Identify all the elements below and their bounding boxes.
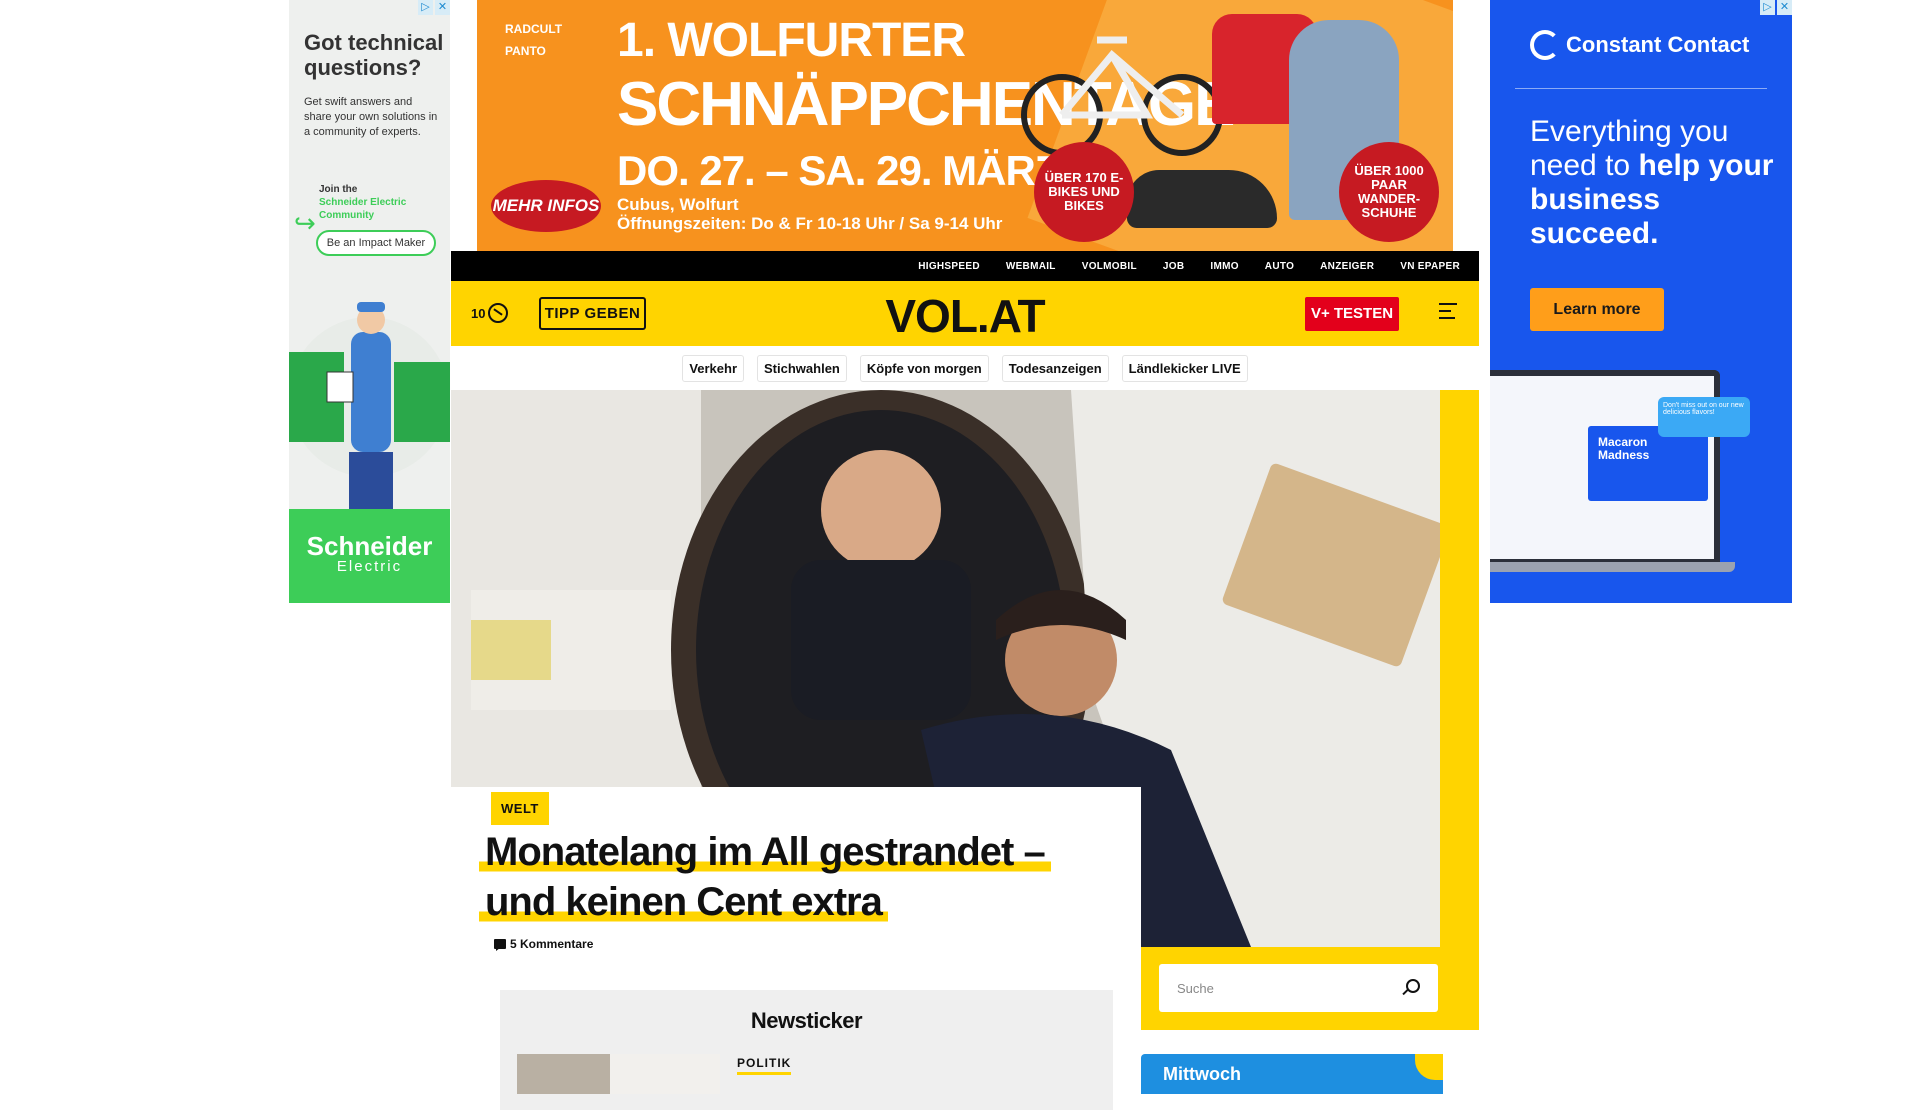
- topnav-job[interactable]: JOB: [1150, 261, 1197, 272]
- site-header: 10 TIPP GEBEN VOL.AT V+ TESTEN: [451, 281, 1479, 346]
- adchoices-icon[interactable]: ▷ ✕: [416, 0, 450, 15]
- topic-koepfe-von-morgen[interactable]: Köpfe von morgen: [859, 354, 989, 382]
- curved-arrow-icon: ↪: [294, 208, 316, 238]
- topnav-auto[interactable]: AUTO: [1252, 261, 1307, 272]
- ad-question: Got technical questions?: [304, 30, 444, 80]
- brand-panto: PANTO: [505, 44, 546, 58]
- schneider-ad[interactable]: ▷ ✕ Got technical questions? Get swift an…: [289, 0, 450, 603]
- banner-title-line1: 1. WOLFURTER: [617, 14, 966, 67]
- banner-ad[interactable]: RADCULT PANTO 1. WOLFURTER SCHNÄPPCHENTA…: [477, 0, 1453, 251]
- cc-headline: Everything you need to help your busines…: [1530, 115, 1780, 251]
- weather-forecast-widget[interactable]: Mittwoch: [1141, 1054, 1443, 1094]
- mehr-infos-button[interactable]: MEHR INFOS: [491, 180, 601, 232]
- comment-icon: [494, 939, 506, 951]
- sun-icon: [1415, 1054, 1443, 1080]
- comments-link[interactable]: 5 Kommentare: [494, 937, 593, 951]
- ebike-badge: ÜBER 170 E-BIKES UND BIKES: [1034, 142, 1134, 242]
- brand-main: Schneider: [306, 531, 433, 561]
- laptop-base: [1490, 562, 1735, 572]
- article-teaser[interactable]: WELT Monatelang im All gestrandet – und …: [451, 787, 1141, 1017]
- weather-widget[interactable]: 10: [471, 303, 509, 323]
- headline-text: Monatelang im All gestrandet – und keine…: [479, 830, 1051, 924]
- ebike-image: [1021, 36, 1223, 156]
- topnav-webmail[interactable]: WEBMAIL: [993, 261, 1069, 272]
- impact-maker-button[interactable]: Be an Impact Maker: [316, 230, 436, 256]
- vplus-testen-button[interactable]: V+ TESTEN: [1305, 297, 1399, 331]
- constant-contact-logo: Constant Contact: [1530, 30, 1749, 60]
- comments-count: 5 Kommentare: [510, 937, 594, 951]
- newsticker: Newsticker POLITIK: [500, 990, 1113, 1110]
- banner-dates: DO. 27. – SA. 29. MÄRZ: [617, 147, 1060, 194]
- weather-day: Mittwoch: [1163, 1064, 1241, 1084]
- banner-brands: RADCULT PANTO: [505, 18, 562, 62]
- cc-logo-text: Constant Contact: [1566, 32, 1750, 57]
- adchoices-icon[interactable]: ▷ ✕: [1760, 0, 1792, 15]
- constant-contact-ad[interactable]: ▷ ✕ Constant Contact Everything you need …: [1490, 0, 1792, 603]
- search-icon[interactable]: [1406, 979, 1420, 993]
- newsticker-title: Newsticker: [750, 1008, 863, 1033]
- article-headline[interactable]: Monatelang im All gestrandet – und keine…: [479, 827, 1099, 927]
- topnav-immo[interactable]: IMMO: [1197, 261, 1251, 272]
- topic-verkehr[interactable]: Verkehr: [682, 354, 745, 382]
- topnav-vn-epaper[interactable]: VN EPAPER: [1387, 261, 1473, 272]
- category-badge[interactable]: WELT: [491, 792, 549, 825]
- ad-description: Get swift answers and share your own sol…: [304, 96, 438, 138]
- macaron-card: Macaron Madness: [1588, 426, 1708, 501]
- shoe-image: [1127, 170, 1277, 228]
- banner-location: Cubus, Wolfurt Öffnungszeiten: Do & Fr 1…: [617, 195, 1002, 233]
- ad-join-text: Join the Schneider Electric Community: [319, 183, 444, 222]
- tipp-geben-button[interactable]: TIPP GEBEN: [539, 297, 646, 330]
- ad-divider: [1515, 88, 1767, 89]
- banner-hours: Öffnungszeiten: Do & Fr 10-18 Uhr / Sa 9…: [617, 214, 1003, 233]
- banner-location-name: Cubus, Wolfurt: [617, 195, 739, 214]
- topic-stichwahlen[interactable]: Stichwahlen: [757, 354, 847, 382]
- cc-logo-icon: [1530, 30, 1560, 60]
- ad-join-line: Join the: [319, 184, 358, 195]
- brand-radcult: RADCULT: [505, 22, 563, 36]
- topnav-highspeed[interactable]: HIGHSPEED: [905, 261, 993, 272]
- brand-sub: Electric: [336, 558, 403, 575]
- chat-bubble: Don't miss out on our new delicious flav…: [1658, 397, 1750, 437]
- topnav-volmobil[interactable]: VOLMOBIL: [1069, 261, 1150, 272]
- topic-laendlekicker-live[interactable]: Ländlekicker LIVE: [1121, 354, 1248, 382]
- search-panel: [1141, 947, 1479, 1030]
- topic-nav: Verkehr Stichwahlen Köpfe von morgen Tod…: [451, 346, 1479, 390]
- news-thumbnail[interactable]: [517, 1054, 720, 1094]
- news-category[interactable]: POLITIK: [737, 1056, 792, 1075]
- sidebar-accent: [1440, 390, 1479, 1030]
- schneider-logo: Schneider Electric: [289, 509, 450, 603]
- temperature: 10: [471, 305, 486, 321]
- weather-icon: [488, 303, 509, 323]
- search-box: [1159, 964, 1438, 1012]
- topic-todesanzeigen[interactable]: Todesanzeigen: [1001, 354, 1109, 382]
- worker-illustration: [289, 302, 450, 509]
- learn-more-button[interactable]: Learn more: [1530, 288, 1664, 331]
- top-nav: HIGHSPEED WEBMAIL VOLMOBIL JOB IMMO AUTO…: [451, 251, 1479, 281]
- topnav-anzeiger[interactable]: ANZEIGER: [1307, 261, 1387, 272]
- search-input[interactable]: [1159, 964, 1379, 1012]
- menu-search-icon[interactable]: [1439, 303, 1463, 323]
- shoes-badge: ÜBER 1000 PAAR WANDER-SCHUHE: [1339, 142, 1439, 242]
- ad-community: Schneider Electric Community: [319, 197, 407, 221]
